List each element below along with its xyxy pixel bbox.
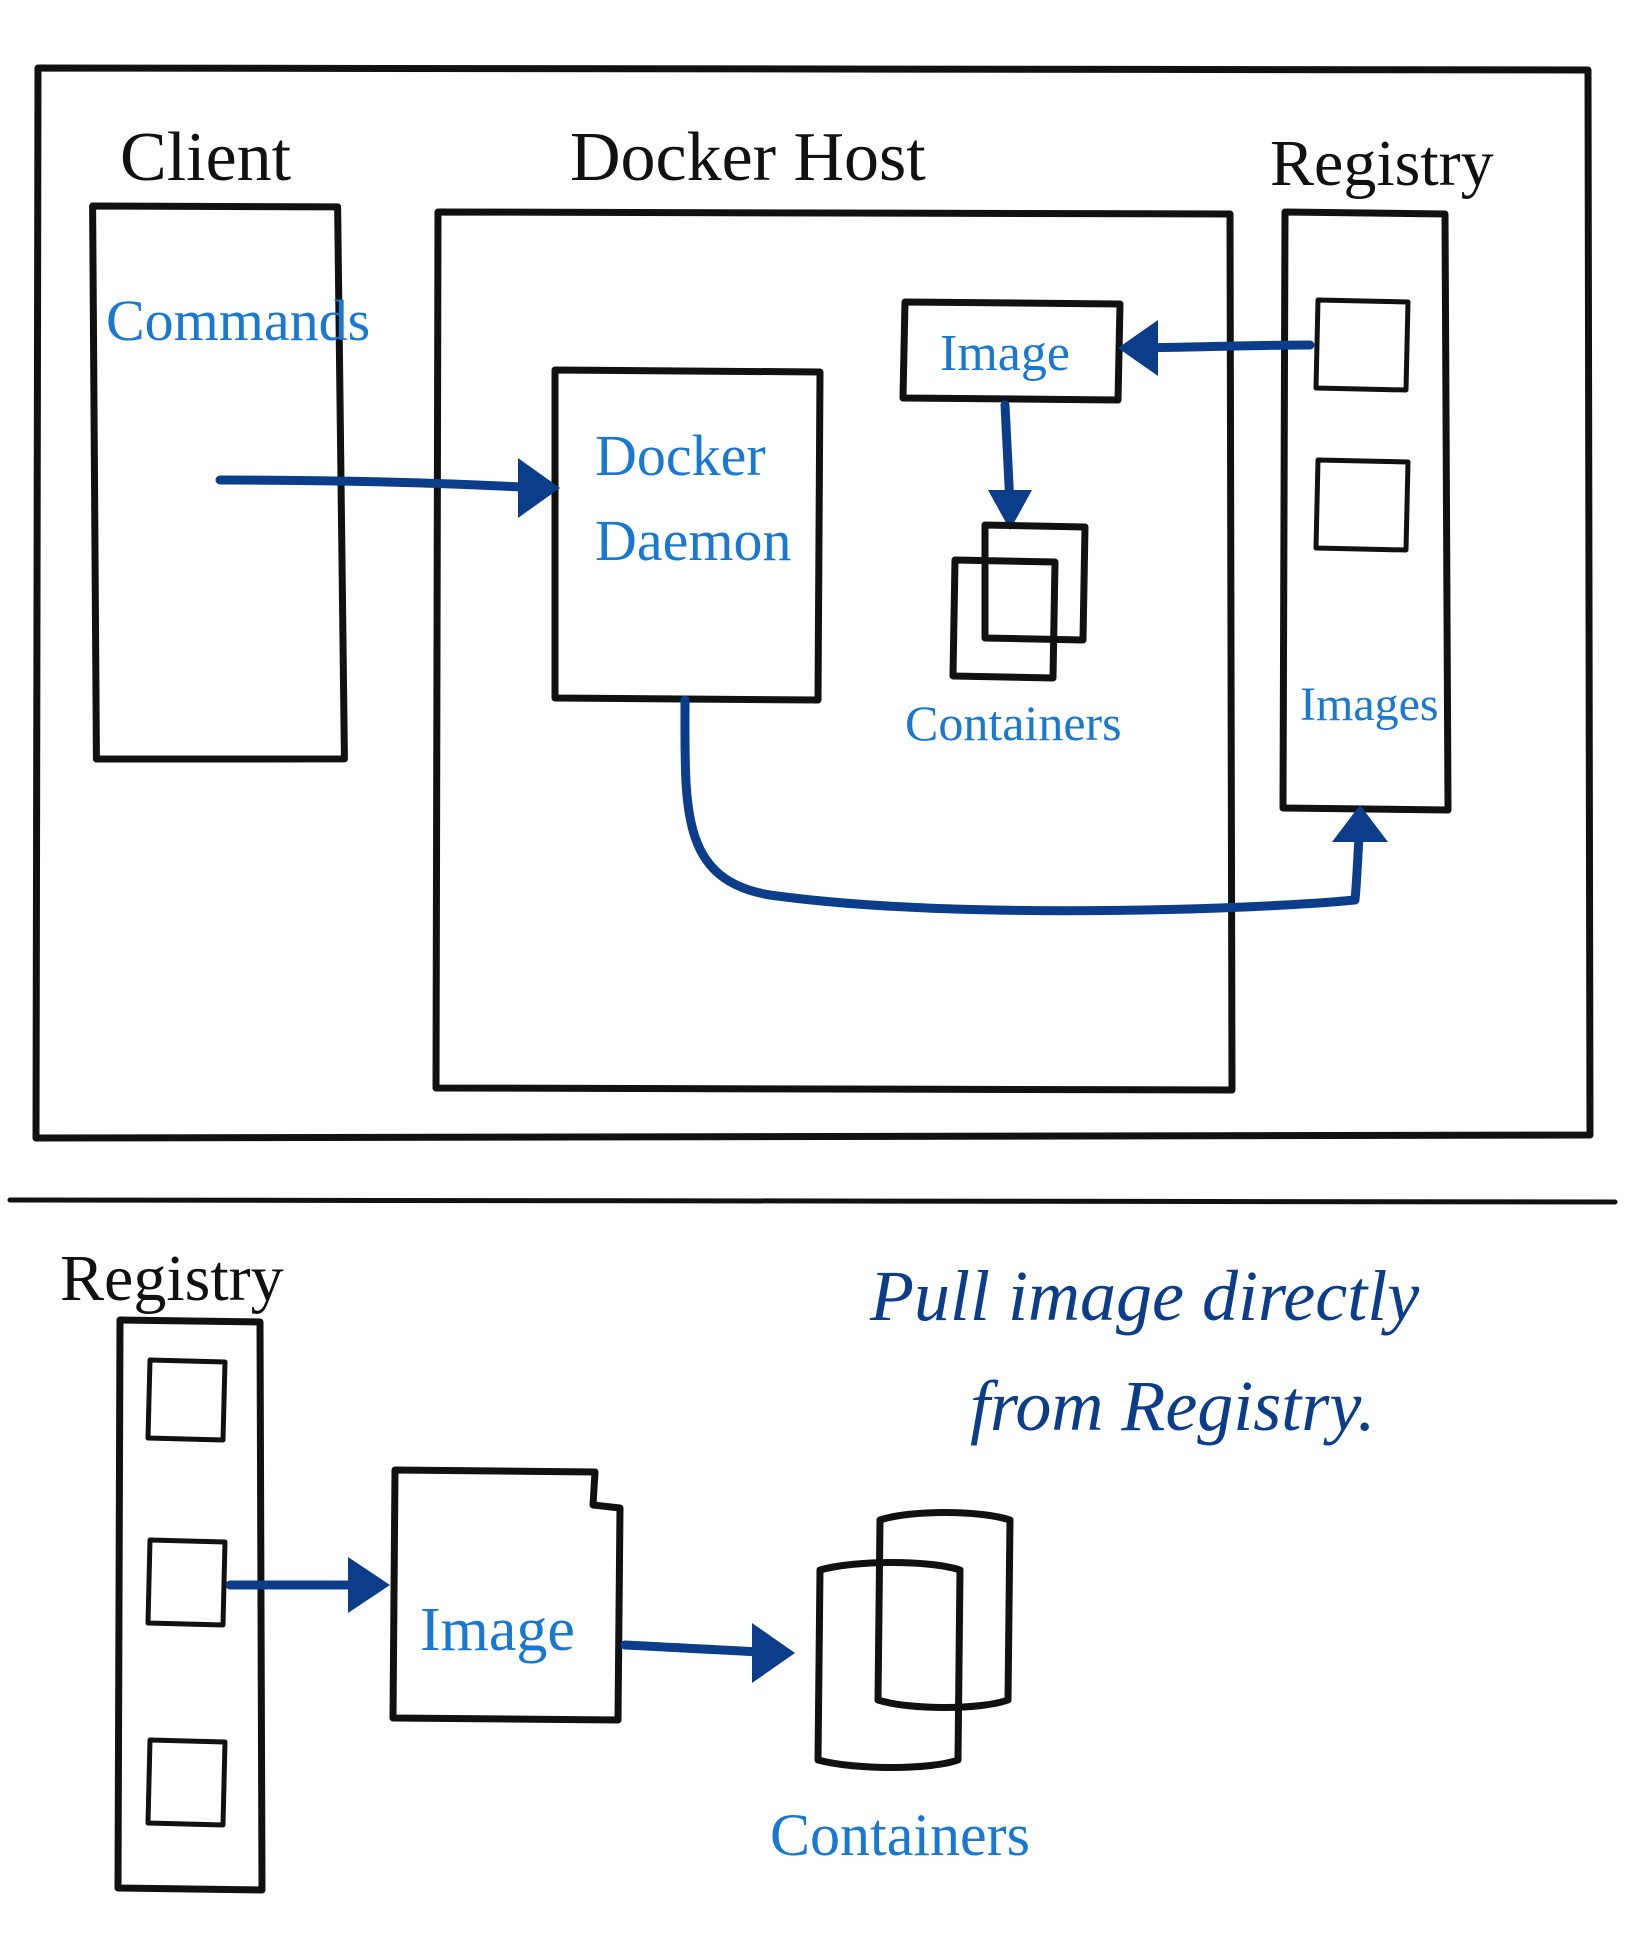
registry-images-label: Images	[1300, 678, 1439, 731]
registry-box-bottom	[118, 1320, 262, 1890]
containers-label-bottom: Containers	[770, 1802, 1030, 1868]
arrowhead-image-to-containers-bottom	[752, 1623, 795, 1683]
host-containers-label: Containers	[905, 695, 1122, 751]
arrowhead-registry-to-image-bottom	[348, 1557, 390, 1613]
registry-bottom-img-1	[148, 1360, 225, 1440]
host-container-back	[985, 525, 1085, 640]
image-label-bottom: Image	[420, 1596, 575, 1664]
divider-line	[10, 1200, 1615, 1202]
docker-daemon-label-1: Docker	[595, 423, 766, 488]
docker-host-title: Docker Host	[570, 119, 926, 196]
note-line-1: Pull image directly	[869, 1256, 1419, 1336]
image-box-bottom	[393, 1470, 620, 1720]
containers-bottom-front	[818, 1563, 960, 1768]
registry-bottom-img-3	[148, 1740, 225, 1825]
host-image-label: Image	[940, 325, 1070, 382]
registry-image-box-1	[1316, 300, 1408, 390]
note-line-2: from Registry.	[970, 1366, 1375, 1446]
client-commands-label: Commands	[106, 288, 370, 353]
client-title: Client	[120, 119, 292, 196]
arrowhead-registry-to-image	[1118, 320, 1158, 376]
registry-title-top: Registry	[1270, 127, 1494, 200]
containers-bottom-back	[878, 1513, 1010, 1708]
registry-title-bottom: Registry	[60, 1242, 284, 1315]
registry-bottom-img-2	[148, 1540, 225, 1625]
outer-box	[36, 68, 1590, 1138]
arrow-client-to-daemon	[220, 480, 540, 488]
host-container-front	[953, 560, 1055, 678]
arrow-registry-to-image	[1135, 345, 1310, 348]
diagram-canvas: Client Commands Docker Host Docker Daemo…	[0, 0, 1625, 1945]
docker-daemon-label-2: Daemon	[595, 508, 792, 573]
registry-image-box-2	[1316, 460, 1408, 550]
